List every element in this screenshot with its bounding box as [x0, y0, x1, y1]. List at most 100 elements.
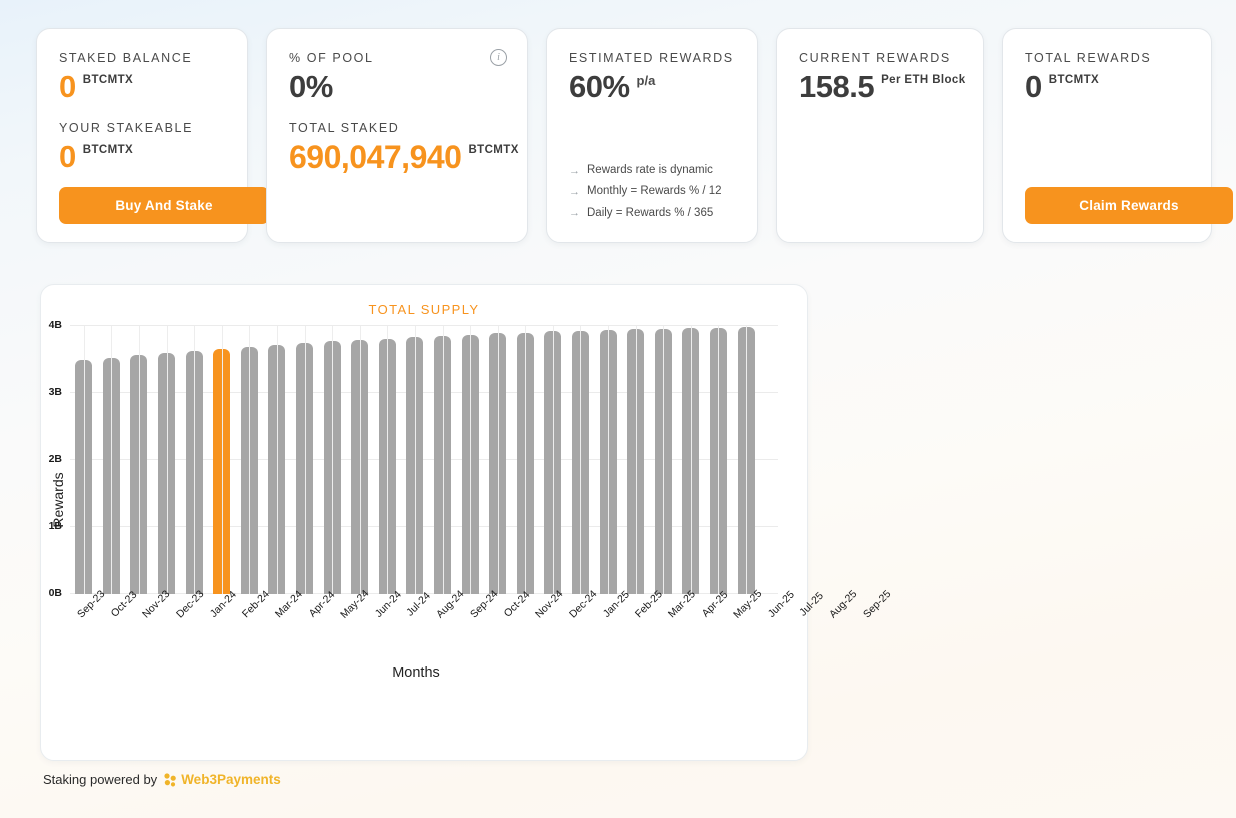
chart-bar-slot[interactable] — [263, 326, 291, 594]
chart-bar-slot[interactable] — [677, 326, 705, 594]
chart-bar-slot[interactable] — [291, 326, 319, 594]
chart-bar-slot[interactable] — [456, 326, 484, 594]
chart-tick-line — [304, 326, 306, 594]
chart-x-tick-label: Aug-25 — [826, 588, 860, 621]
chart-tick-line — [525, 326, 527, 594]
chart-tick-line — [497, 326, 499, 594]
chart-bar-slot[interactable] — [180, 326, 208, 594]
note-item: → Monthly = Rewards % / 12 — [569, 181, 722, 202]
your-stakeable-value-row: 0 BTCMTX — [59, 138, 225, 174]
chart-bar-slot[interactable] — [125, 326, 153, 594]
chart-tick-line — [166, 326, 168, 594]
arrow-right-icon: → — [569, 164, 580, 177]
total-rewards-value-row: 0 BTCMTX — [1025, 69, 1189, 104]
percent-of-pool-value: 0% — [289, 69, 333, 104]
estimated-rewards-label: ESTIMATED REWARDS — [569, 51, 734, 65]
estimated-rewards-notes: → Rewards rate is dynamic → Monthly = Re… — [569, 160, 722, 224]
chart-tick-line — [470, 326, 472, 594]
chart-bar-slot[interactable] — [567, 326, 595, 594]
chart-tick-line — [635, 326, 637, 594]
percent-of-pool-value-row: 0% — [289, 69, 505, 104]
chart-tick-line — [359, 326, 361, 594]
chart-bar-slot[interactable] — [649, 326, 677, 594]
staked-balance-label: STAKED BALANCE — [59, 51, 193, 65]
chart-bar-slot[interactable] — [484, 326, 512, 594]
chart-tick-line — [111, 326, 113, 594]
chart-bar-slot[interactable] — [622, 326, 650, 594]
note-item: → Daily = Rewards % / 365 — [569, 203, 722, 224]
web3payments-brand[interactable]: Web3Payments — [164, 772, 281, 787]
chart-bar-slot[interactable] — [208, 326, 236, 594]
chart-bar-slot[interactable] — [70, 326, 98, 594]
chart-plot-area: 0B 1B 2B 3B 4B — [49, 319, 778, 599]
chart-tick-line — [221, 326, 223, 594]
footer-text: Staking powered by — [43, 772, 158, 787]
chart-y-tick-label: 2B — [48, 453, 62, 465]
arrow-right-icon: → — [569, 185, 580, 198]
chart-tick-line — [387, 326, 389, 594]
chart-bar-slot[interactable] — [318, 326, 346, 594]
card-estimated-rewards: ESTIMATED REWARDS 60% p/a → Rewards rate… — [546, 28, 758, 243]
chart-tick-line — [580, 326, 582, 594]
chart-tick-line — [552, 326, 554, 594]
card-total-rewards: TOTAL REWARDS 0 BTCMTX Claim Rewards — [1002, 28, 1233, 243]
chart-y-tick-label: 3B — [48, 386, 62, 398]
card-percent-of-pool: % OF POOL i 0% TOTAL STAKED 690,047,940 … — [266, 28, 528, 243]
footer: Staking powered by Web3Payments — [43, 772, 281, 787]
staked-balance-value-row: 0 BTCMTX — [59, 70, 225, 104]
chart-x-tick-label: Sep-25 — [860, 588, 894, 621]
chart-x-axis-title: Months — [392, 665, 440, 681]
chart-title: TOTAL SUPPLY — [368, 302, 480, 317]
chart-tick-line — [332, 326, 334, 594]
your-stakeable-value: 0 — [59, 138, 76, 174]
current-rewards-value-row: 158.5 Per ETH Block — [799, 69, 965, 104]
total-staked-value-row: 690,047,940 BTCMTX — [289, 138, 518, 175]
chart-bar-slot[interactable] — [512, 326, 540, 594]
chart-tick-line — [442, 326, 444, 594]
chart-tick-line — [138, 326, 140, 594]
estimated-rewards-value: 60% — [569, 69, 630, 104]
chart-bar-slot[interactable] — [594, 326, 622, 594]
chart-bar-slot[interactable] — [374, 326, 402, 594]
buy-and-stake-button[interactable]: Buy And Stake — [59, 187, 269, 224]
staked-balance-unit: BTCMTX — [82, 74, 134, 86]
chart-bar-slot[interactable] — [346, 326, 374, 594]
arrow-right-icon: → — [569, 207, 580, 220]
chart-bar-slot[interactable] — [401, 326, 429, 594]
chart-tick-line — [663, 326, 665, 594]
chart-y-tick-label: 1B — [48, 520, 62, 532]
note-item: → Rewards rate is dynamic — [569, 160, 722, 181]
chart-y-tick-label: 0B — [48, 587, 62, 599]
claim-rewards-button[interactable]: Claim Rewards — [1025, 187, 1233, 224]
total-rewards-value: 0 — [1025, 69, 1042, 104]
percent-of-pool-label: % OF POOL — [289, 51, 374, 65]
web3payments-logo-icon — [164, 772, 176, 786]
your-stakeable-label: YOUR STAKEABLE — [59, 120, 194, 135]
current-rewards-value: 158.5 — [799, 69, 875, 104]
chart-tick-line — [276, 326, 278, 594]
chart-x-axis-labels: Sep-23 Oct-23 Nov-23 Dec-23 Jan-24 Feb-24 Mar-… — [70, 588, 893, 621]
chart-tick-line — [414, 326, 416, 594]
web3payments-label: Web3Payments — [181, 772, 281, 787]
total-staked-unit: BTCMTX — [468, 143, 519, 156]
note-text: Rewards rate is dynamic — [587, 164, 713, 177]
chart-bar-slot[interactable] — [153, 326, 181, 594]
total-staked-label: TOTAL STAKED — [289, 120, 400, 135]
chart-bar-slot[interactable] — [429, 326, 457, 594]
chart-tick-line — [83, 326, 85, 594]
total-staked-value: 690,047,940 — [289, 138, 462, 175]
your-stakeable-unit: BTCMTX — [82, 143, 134, 156]
current-rewards-unit: Per ETH Block — [881, 74, 966, 86]
chart-tick-line — [690, 326, 692, 594]
note-text: Monthly = Rewards % / 12 — [587, 185, 722, 198]
chart-bar-slot[interactable] — [98, 326, 126, 594]
chart-bar-slot[interactable] — [236, 326, 264, 594]
chart-y-tick-label: 4B — [48, 319, 62, 331]
estimated-rewards-value-row: 60% p/a — [569, 69, 735, 104]
estimated-rewards-suffix: p/a — [636, 73, 656, 88]
card-current-rewards: CURRENT REWARDS 158.5 Per ETH Block — [776, 28, 984, 243]
chart-bar-slot[interactable] — [732, 326, 760, 594]
chart-bar-slot[interactable] — [539, 326, 567, 594]
chart-bar-slot[interactable] — [705, 326, 733, 594]
info-icon[interactable]: i — [490, 49, 507, 66]
